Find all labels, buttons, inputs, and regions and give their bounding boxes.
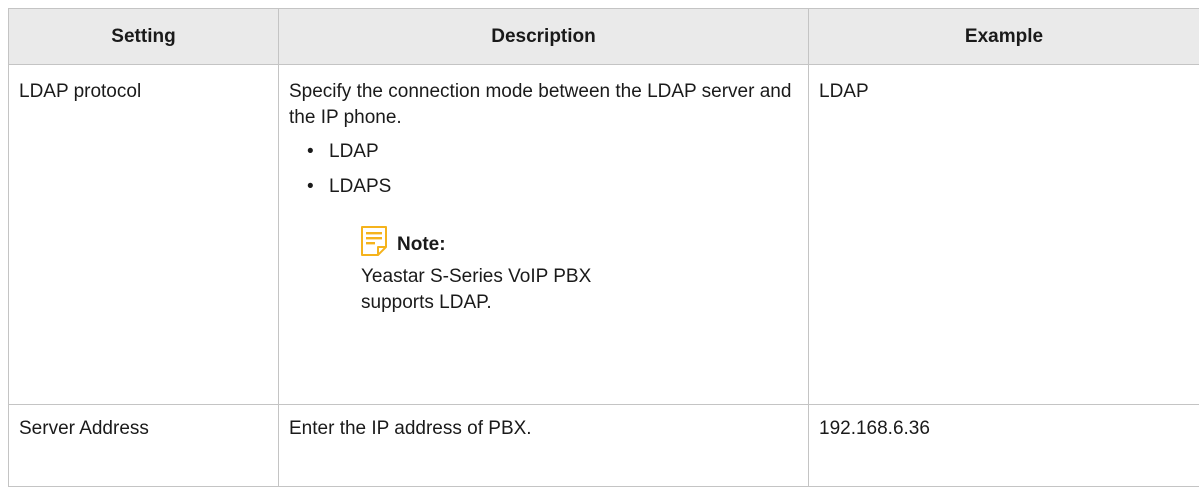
list-item: • LDAPS (307, 174, 798, 200)
header-row: Setting Description Example (9, 9, 1199, 65)
header-setting: Setting (9, 9, 279, 65)
note-header: Note: (361, 222, 798, 256)
header-example: Example (809, 9, 1199, 65)
option-label: LDAPS (329, 176, 391, 197)
options-list: • LDAP • LDAPS (289, 139, 798, 200)
bullet: • (307, 139, 314, 165)
setting-cell: Server Address (9, 405, 279, 487)
table-row: Server Address Enter the IP address of P… (9, 405, 1199, 487)
table-row: LDAP protocol Specify the connection mod… (9, 65, 1199, 405)
note-text: Yeastar S-Series VoIP PBX supports LDAP. (361, 264, 661, 316)
list-item: • LDAP (307, 139, 798, 165)
bullet: • (307, 174, 314, 200)
setting-cell: LDAP protocol (9, 65, 279, 405)
header-description: Description (279, 9, 809, 65)
settings-table-container: Setting Description Example LDAP protoco… (8, 8, 1199, 457)
settings-table: Setting Description Example LDAP protoco… (8, 8, 1199, 487)
description-cell: Specify the connection mode between the … (279, 65, 809, 405)
note-title: Note: (397, 234, 446, 256)
description-cell: Enter the IP address of PBX. (279, 405, 809, 487)
note-icon (361, 226, 387, 256)
example-cell: LDAP (809, 65, 1199, 405)
table-header: Setting Description Example (9, 9, 1199, 65)
option-label: LDAP (329, 141, 379, 162)
note-box: Note: Yeastar S-Series VoIP PBX supports… (361, 222, 798, 316)
example-cell: 192.168.6.36 (809, 405, 1199, 487)
description-text: Specify the connection mode between the … (289, 79, 798, 131)
